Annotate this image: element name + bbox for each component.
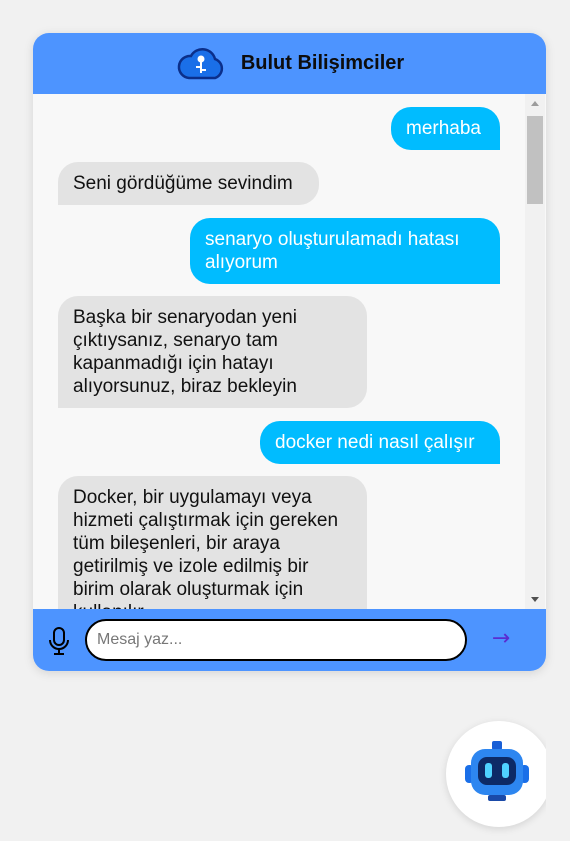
chat-header: Bulut Bilişimciler [33, 33, 546, 94]
chatbot-launcher-button[interactable] [446, 721, 552, 827]
page-edge [546, 700, 570, 841]
scroll-up-arrow[interactable] [531, 101, 539, 106]
bot-message: Başka bir senaryodan yeni çıktıysanız, s… [58, 296, 367, 408]
robot-icon [465, 741, 529, 801]
scroll-down-arrow[interactable] [531, 597, 539, 602]
message-list[interactable]: merhaba Seni gördüğüme sevindim senaryo … [33, 94, 546, 609]
chat-title: Bulut Bilişimciler [240, 52, 405, 74]
user-message: merhaba [391, 107, 500, 150]
bot-message: Seni gördüğüme sevindim [58, 162, 319, 205]
send-button[interactable]: → [486, 624, 516, 654]
user-message: senaryo oluşturulamadı hatası alıyorum [190, 218, 500, 284]
cloud-logo-icon [177, 47, 223, 79]
message-input[interactable] [85, 619, 467, 661]
scroll-thumb[interactable] [527, 116, 543, 204]
input-bar: → [33, 609, 546, 671]
microphone-icon[interactable] [47, 626, 71, 656]
message-scrollbar[interactable] [525, 94, 545, 609]
user-message: docker nedi nasıl çalışır [260, 421, 500, 464]
chat-window: Bulut Bilişimciler merhaba Seni gördüğüm… [33, 33, 546, 671]
bot-message: Docker, bir uygulamayı veya hizmeti çalı… [58, 476, 367, 609]
